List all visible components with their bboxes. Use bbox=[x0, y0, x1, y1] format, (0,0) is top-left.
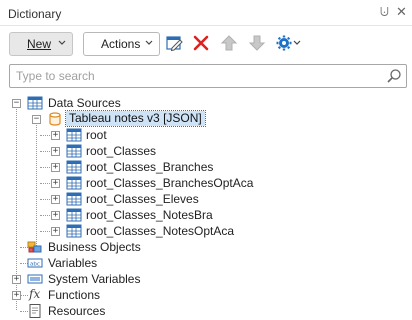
tree-node-table[interactable]: + root_Classes_Branches bbox=[0, 159, 412, 175]
panel-titlebar: Dictionary ⨃ ✕ bbox=[0, 0, 412, 26]
tree-label: Variables bbox=[48, 256, 98, 270]
actions-button[interactable]: Actions bbox=[83, 32, 160, 56]
tree-label: Business Objects bbox=[48, 240, 141, 254]
tree-label-selected: Tableau notes v3 [JSON] bbox=[65, 110, 206, 127]
expand-icon[interactable]: + bbox=[51, 195, 60, 204]
tree-label: root bbox=[86, 128, 107, 142]
tree-label: Data Sources bbox=[48, 96, 121, 110]
expand-icon[interactable]: + bbox=[51, 131, 60, 140]
tree-label: root_Classes_Eleves bbox=[86, 192, 199, 206]
tree-node-table[interactable]: + root bbox=[0, 127, 412, 143]
actions-button-label: Actions bbox=[101, 37, 141, 51]
tree-node-business-objects[interactable]: Business Objects bbox=[0, 239, 412, 255]
business-objects-icon bbox=[27, 241, 42, 253]
table-icon bbox=[66, 160, 82, 174]
tree-label: root_Classes_NotesOptAca bbox=[86, 224, 235, 238]
tree-node-variables[interactable]: abc Variables bbox=[0, 255, 412, 271]
delete-icon[interactable] bbox=[192, 34, 210, 52]
tree-node-table[interactable]: + root_Classes_BranchesOptAca bbox=[0, 175, 412, 191]
pin-icon[interactable]: ⨃ bbox=[380, 6, 389, 19]
tree-node-resources[interactable]: Resources bbox=[0, 303, 412, 319]
tree-label: root_Classes bbox=[86, 144, 157, 158]
panel-title: Dictionary bbox=[8, 7, 62, 21]
tree-label: Resources bbox=[48, 304, 106, 318]
function-icon: fx bbox=[29, 287, 41, 301]
tree-node-table[interactable]: + root_Classes bbox=[0, 143, 412, 159]
new-button-label: New bbox=[27, 37, 52, 51]
system-variables-icon bbox=[27, 274, 43, 284]
table-icon bbox=[66, 208, 82, 222]
collapse-icon[interactable]: − bbox=[12, 99, 21, 108]
table-icon bbox=[66, 176, 82, 190]
expand-icon[interactable]: + bbox=[51, 211, 60, 220]
expand-icon[interactable]: + bbox=[51, 227, 60, 236]
close-icon[interactable]: ✕ bbox=[396, 4, 407, 20]
tree-node-system-variables[interactable]: + System Variables bbox=[0, 271, 412, 287]
data-sources-icon bbox=[27, 96, 43, 110]
svg-text:abc: abc bbox=[30, 262, 40, 268]
database-icon bbox=[49, 112, 61, 126]
move-down-icon[interactable] bbox=[248, 34, 266, 52]
chevron-down-icon bbox=[145, 40, 153, 45]
chevron-down-icon bbox=[58, 40, 66, 45]
edit-icon[interactable] bbox=[165, 34, 183, 52]
new-button[interactable]: New bbox=[9, 32, 73, 56]
tree-node-data-sources[interactable]: − Data Sources bbox=[0, 95, 412, 111]
table-icon bbox=[66, 192, 82, 206]
resources-icon bbox=[29, 304, 41, 318]
search-input[interactable] bbox=[16, 68, 376, 84]
move-up-icon[interactable] bbox=[220, 34, 238, 52]
tree-label: root_Classes_BranchesOptAca bbox=[86, 176, 254, 190]
tree-label: Functions bbox=[48, 288, 101, 302]
tree-node-functions[interactable]: + fx Functions bbox=[0, 287, 412, 303]
search-icon[interactable] bbox=[386, 68, 402, 84]
variables-icon: abc bbox=[27, 258, 43, 268]
expand-icon[interactable]: + bbox=[12, 275, 21, 284]
expand-icon[interactable]: + bbox=[12, 291, 21, 300]
tree-label: root_Classes_NotesBra bbox=[86, 208, 213, 222]
tree-node-table[interactable]: + root_Classes_Eleves bbox=[0, 191, 412, 207]
search-box[interactable] bbox=[9, 64, 407, 88]
tree-node-table[interactable]: + root_Classes_NotesBra bbox=[0, 207, 412, 223]
settings-icon[interactable] bbox=[276, 34, 302, 52]
dictionary-tree: − Data Sources − Tableau notes v3 [JSON]… bbox=[0, 95, 412, 320]
dictionary-panel: Dictionary ⨃ ✕ New Actions Type to searc… bbox=[0, 0, 412, 320]
expand-icon[interactable]: + bbox=[51, 147, 60, 156]
tree-node-data-source[interactable]: − Tableau notes v3 [JSON] bbox=[0, 110, 412, 127]
collapse-icon[interactable]: − bbox=[32, 115, 41, 124]
expand-icon[interactable]: + bbox=[51, 163, 60, 172]
tree-label: root_Classes_Branches bbox=[86, 160, 214, 174]
table-icon bbox=[66, 128, 82, 142]
tree-node-table[interactable]: + root_Classes_NotesOptAca bbox=[0, 223, 412, 239]
table-icon bbox=[66, 224, 82, 238]
expand-icon[interactable]: + bbox=[51, 179, 60, 188]
table-icon bbox=[66, 144, 82, 158]
tree-label: System Variables bbox=[48, 272, 141, 286]
